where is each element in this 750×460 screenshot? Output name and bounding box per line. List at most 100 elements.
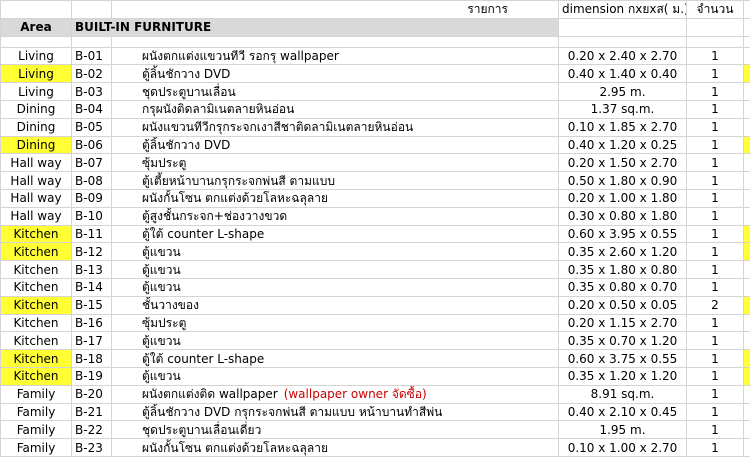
quantity-cell[interactable]: 1 (686, 277, 744, 297)
item-code-cell[interactable]: B-06 (71, 135, 112, 155)
item-description-cell[interactable]: ตู้แขวน (111, 260, 559, 279)
quantity-cell[interactable]: 1 (686, 153, 744, 173)
dimension-cell[interactable]: 0.20 x 1.50 x 2.70 (558, 153, 687, 173)
header-dimension[interactable]: dimension กxยxส( ม.) (558, 0, 687, 19)
pad-cell[interactable] (743, 117, 750, 137)
item-description-cell[interactable]: ชุดประตูบานเลื่อน (111, 82, 559, 101)
quantity-cell[interactable]: 1 (686, 188, 744, 208)
item-description-cell[interactable]: ตู้ลิ้นชักวาง DVD กรุกระจกพ่นสี ตามแบบ ห… (111, 402, 559, 422)
item-description-cell[interactable]: ตู้แขวน (111, 277, 559, 297)
pad-cell[interactable] (743, 313, 750, 333)
pad-cell[interactable] (743, 438, 750, 457)
area-cell[interactable]: Living (0, 46, 72, 66)
pad-cell[interactable] (743, 420, 750, 440)
header-desc[interactable]: รายการ (111, 0, 559, 19)
spacer-cell[interactable] (558, 35, 687, 48)
item-code-cell[interactable]: B-15 (71, 295, 112, 315)
item-description-cell[interactable]: ชั้นวางของ (111, 295, 559, 315)
dimension-cell[interactable]: 0.35 x 0.70 x 1.20 (558, 331, 687, 351)
section-title[interactable]: BUILT-IN FURNITURE (71, 17, 559, 37)
area-cell[interactable]: Dining (0, 117, 72, 137)
quantity-cell[interactable]: 1 (686, 171, 744, 190)
item-description-cell[interactable]: ผนังกั้นโซน ตกแต่งด้วยโลหะฉลุลาย (111, 188, 559, 208)
item-code-cell[interactable]: B-13 (71, 260, 112, 279)
item-description-cell[interactable]: ผนังตกแต่งติด wallpaper (wallpaper owner … (111, 384, 559, 404)
pad-cell[interactable] (743, 206, 750, 226)
quantity-cell[interactable]: 1 (686, 117, 744, 137)
quantity-cell[interactable]: 2 (686, 295, 744, 315)
quantity-cell[interactable]: 1 (686, 206, 744, 226)
item-code-cell[interactable]: B-02 (71, 64, 112, 84)
area-cell[interactable]: Living (0, 82, 72, 101)
spacer-cell[interactable] (743, 35, 750, 48)
pad-cell[interactable] (743, 64, 750, 84)
spacer-cell[interactable] (71, 35, 112, 48)
quantity-cell[interactable]: 1 (686, 438, 744, 457)
header-pad[interactable] (743, 0, 750, 19)
quantity-cell[interactable]: 1 (686, 46, 744, 66)
item-code-cell[interactable]: B-19 (71, 366, 112, 386)
area-cell[interactable]: Family (0, 384, 72, 404)
item-code-cell[interactable]: B-12 (71, 242, 112, 262)
dimension-cell[interactable]: 2.95 m. (558, 82, 687, 101)
item-description-cell[interactable]: ซุ้มประตู (111, 153, 559, 173)
area-cell[interactable]: Hall way (0, 171, 72, 190)
dimension-cell[interactable]: 0.20 x 1.00 x 1.80 (558, 188, 687, 208)
area-cell[interactable]: Kitchen (0, 313, 72, 333)
area-cell[interactable]: Kitchen (0, 260, 72, 279)
dimension-cell[interactable]: 0.35 x 1.80 x 0.80 (558, 260, 687, 279)
area-cell[interactable]: Family (0, 420, 72, 440)
title-cell-pad[interactable] (743, 17, 750, 37)
dimension-cell[interactable]: 0.30 x 0.80 x 1.80 (558, 206, 687, 226)
dimension-cell[interactable]: 0.20 x 0.50 x 0.05 (558, 295, 687, 315)
item-code-cell[interactable]: B-22 (71, 420, 112, 440)
item-code-cell[interactable]: B-11 (71, 224, 112, 244)
dimension-cell[interactable]: 0.40 x 1.40 x 0.40 (558, 64, 687, 84)
area-column-title[interactable]: Area (0, 17, 72, 37)
item-description-cell[interactable]: ตู้ใต้ counter L-shape (111, 224, 559, 244)
quantity-cell[interactable]: 1 (686, 313, 744, 333)
dimension-cell[interactable]: 0.20 x 2.40 x 2.70 (558, 46, 687, 66)
item-description-cell[interactable]: ซุ้มประตู (111, 313, 559, 333)
pad-cell[interactable] (743, 402, 750, 422)
quantity-cell[interactable]: 1 (686, 366, 744, 386)
quantity-cell[interactable]: 1 (686, 135, 744, 155)
item-description-cell[interactable]: ตู้แขวน (111, 242, 559, 262)
pad-cell[interactable] (743, 242, 750, 262)
item-description-cell[interactable]: ตู้เตี้ยหน้าบานกรุกระจกพ่นสี ตามแบบ (111, 171, 559, 190)
area-cell[interactable]: Kitchen (0, 277, 72, 297)
pad-cell[interactable] (743, 349, 750, 368)
item-code-cell[interactable]: B-17 (71, 331, 112, 351)
spacer-cell[interactable] (0, 35, 72, 48)
area-cell[interactable]: Dining (0, 99, 72, 119)
quantity-cell[interactable]: 1 (686, 224, 744, 244)
dimension-cell[interactable]: 0.60 x 3.95 x 0.55 (558, 224, 687, 244)
dimension-cell[interactable]: 0.10 x 1.00 x 2.70 (558, 438, 687, 457)
area-cell[interactable]: Dining (0, 135, 72, 155)
dimension-cell[interactable]: 0.40 x 2.10 x 0.45 (558, 402, 687, 422)
item-code-cell[interactable]: B-01 (71, 46, 112, 66)
pad-cell[interactable] (743, 224, 750, 244)
item-description-cell[interactable]: ตู้แขวน (111, 366, 559, 386)
item-description-cell[interactable]: ตู้สูงชั้นกระจก+ช่องวางขวด (111, 206, 559, 226)
header-cell-empty-b[interactable] (71, 0, 112, 19)
area-cell[interactable]: Family (0, 402, 72, 422)
item-code-cell[interactable]: B-04 (71, 99, 112, 119)
dimension-cell[interactable]: 0.35 x 2.60 x 1.20 (558, 242, 687, 262)
dimension-cell[interactable]: 0.50 x 1.80 x 0.90 (558, 171, 687, 190)
item-description-cell[interactable]: ตู้ลิ้นชักวาง DVD (111, 64, 559, 84)
pad-cell[interactable] (743, 82, 750, 101)
dimension-cell[interactable]: 0.35 x 1.20 x 1.20 (558, 366, 687, 386)
header-quantity[interactable]: จำนวน (686, 0, 744, 19)
item-description-cell[interactable]: ผนังกั้นโซน ตกแต่งด้วยโลหะฉลุลาย (111, 438, 559, 457)
dimension-cell[interactable]: 0.10 x 1.85 x 2.70 (558, 117, 687, 137)
pad-cell[interactable] (743, 188, 750, 208)
quantity-cell[interactable]: 1 (686, 331, 744, 351)
quantity-cell[interactable]: 1 (686, 260, 744, 279)
pad-cell[interactable] (743, 260, 750, 279)
item-description-cell[interactable]: ตู้แขวน (111, 331, 559, 351)
spacer-cell[interactable] (686, 35, 744, 48)
pad-cell[interactable] (743, 366, 750, 386)
quantity-cell[interactable]: 1 (686, 384, 744, 404)
quantity-cell[interactable]: 1 (686, 402, 744, 422)
